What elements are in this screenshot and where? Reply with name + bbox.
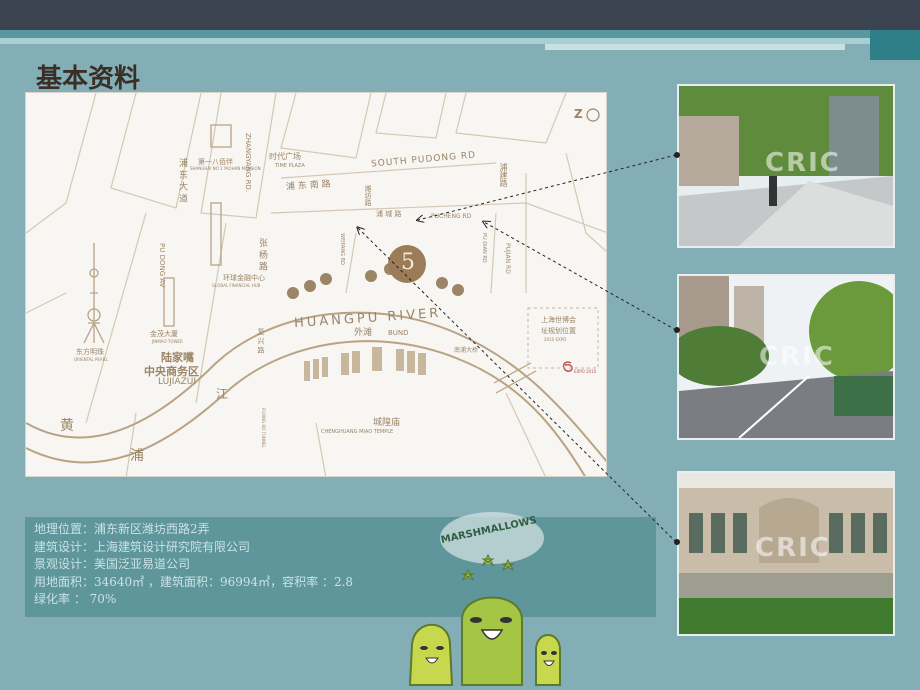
map-label: TIME PLAZA xyxy=(275,163,305,169)
map-label: BUND xyxy=(388,329,409,337)
compass-label: Z xyxy=(574,107,583,121)
accent-stripe-highlight xyxy=(545,44,845,50)
map-label: 东方明珠 xyxy=(76,348,104,356)
map-label: 黄 xyxy=(60,418,74,434)
marshmallow-mascot: MARSHMALLOWS xyxy=(400,470,580,690)
map-label: PUJIAN RD xyxy=(504,243,511,274)
map-label: SHANGHAI NO.1 YAOHAN MANSION xyxy=(190,166,261,171)
map-label: LUJIAZUI xyxy=(158,377,197,387)
map-label: 浦 xyxy=(130,448,144,464)
map-drawing xyxy=(26,93,606,476)
map-label: 上海世博会 xyxy=(541,316,576,324)
top-bar xyxy=(0,0,920,30)
map-label: CHENGHUANG MIAO TEMPLE xyxy=(321,429,394,435)
map-label: 址规划位置 xyxy=(541,327,576,335)
map-label: 南浦大桥 xyxy=(454,347,479,354)
road-photo: CRIC xyxy=(677,274,895,440)
map-label: 浦建路 xyxy=(499,163,508,187)
building-photo: CRIC xyxy=(677,471,895,636)
street-photo: CRIC xyxy=(677,84,895,248)
map-label: 时代广场 xyxy=(269,152,301,161)
map-label: PUCHENG RD xyxy=(431,213,472,220)
map-label: 江 xyxy=(216,387,229,401)
map-label: 张 杨 路 xyxy=(257,238,267,271)
map-label: 2010 EXPO xyxy=(544,337,567,342)
map-label: 城隍庙 xyxy=(373,418,401,428)
photo-watermark: CRIC xyxy=(765,148,841,178)
map-label: 潍坊路 xyxy=(364,185,372,206)
slide-title: 基本资料 xyxy=(36,64,141,94)
map-label: 浦 东 大 道 xyxy=(177,158,187,203)
expo-logo-label: EXPO 2010 xyxy=(574,369,597,374)
map-label: WEIFANG RD xyxy=(339,233,345,265)
map-label: PU DONG AV xyxy=(158,243,166,288)
map-label: 金茂大厦 xyxy=(150,330,178,338)
photo-watermark: CRIC xyxy=(759,342,835,372)
accent-stripe xyxy=(0,30,920,38)
map-label: JINMAO TOWER xyxy=(152,339,183,344)
map-label: PU DIAN RD xyxy=(481,233,487,263)
map-label: ORIENTAL PEARL xyxy=(74,357,108,362)
site-number: 5 xyxy=(401,250,415,275)
location-map: Z 5 浦 东 南 路 SOUTH PUDONG RD 时代广场 TIME PL… xyxy=(25,92,607,477)
accent-block xyxy=(870,30,920,60)
map-label: 复 兴 路 xyxy=(257,328,265,354)
map-label: FUXING RD TUNNEL xyxy=(261,408,266,448)
map-label: ZHANGYANG RD. xyxy=(244,133,252,193)
photo-watermark: CRIC xyxy=(755,533,831,563)
map-label: 浦 城 路 xyxy=(376,210,402,218)
map-label: GLOBAL FINANCIAL HUB xyxy=(212,283,261,288)
map-label: 外滩 xyxy=(354,328,373,338)
map-label: 环球金融中心 xyxy=(223,274,265,282)
